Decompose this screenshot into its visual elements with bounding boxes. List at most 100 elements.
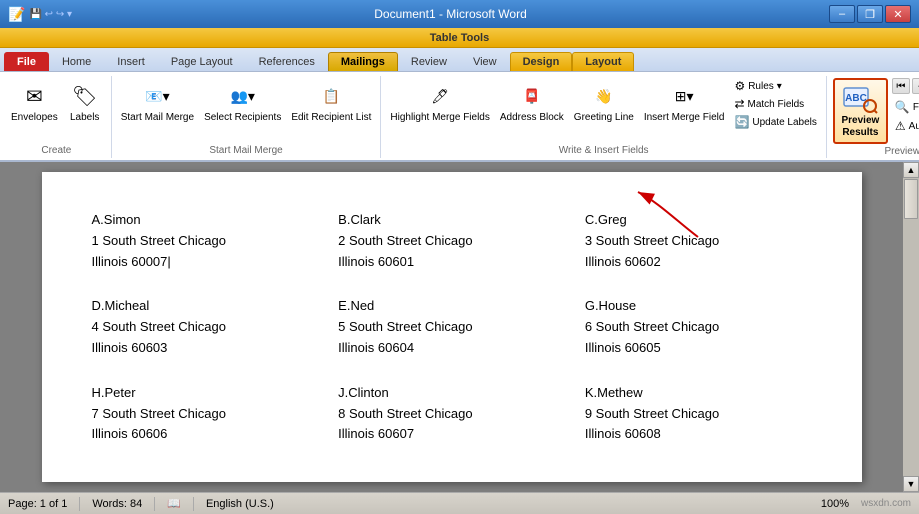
envelopes-label: Envelopes <box>11 112 58 124</box>
entry-5-cityzip: Illinois 60605 <box>585 338 812 359</box>
watermark-text: wsxdn.com <box>861 498 911 509</box>
find-recipient-button[interactable]: 🔍 Find Recipient <box>892 99 919 115</box>
start-mail-merge-icon: 📧▾ <box>141 80 173 112</box>
rules-label: Rules <box>748 81 774 92</box>
auto-check-button[interactable]: ⚠ Auto Check for Errors <box>892 118 919 134</box>
address-block-label: Address Block <box>500 112 564 124</box>
preview-results-controls: ⏮ ◄ ► ⏭ 🔍 Find Recipient ⚠ Auto Check fo… <box>892 78 919 134</box>
ribbon: ✉ Envelopes 🏷 Labels Create 📧▾ Start Mai… <box>0 72 919 162</box>
language-info: English (U.S.) <box>206 498 274 510</box>
doc-entry-4: E.Ned 5 South Street Chicago Illinois 60… <box>328 288 575 374</box>
document-page: A.Simon 1 South Street Chicago Illinois … <box>42 172 862 482</box>
insert-merge-field-icon: ⊞▾ <box>668 80 700 112</box>
highlight-merge-fields-button[interactable]: 🖊 Highlight Merge Fields <box>387 78 493 126</box>
select-recipients-label: Select Recipients <box>204 112 281 124</box>
entry-2-address: 3 South Street Chicago <box>585 231 812 252</box>
write-insert-group-content: 🖊 Highlight Merge Fields 📮 Address Block… <box>387 78 820 143</box>
match-fields-button[interactable]: ⇄ Match Fields <box>731 96 819 112</box>
nav-controls: ⏮ ◄ ► ⏭ <box>892 78 919 94</box>
tab-design[interactable]: Design <box>510 52 573 71</box>
greeting-line-icon: 👋 <box>588 80 620 112</box>
entry-1-cityzip: Illinois 60601 <box>338 252 565 273</box>
match-fields-label: Match Fields <box>748 99 805 110</box>
spell-check-icon: 📖 <box>167 497 181 510</box>
ribbon-group-start-mail-merge: 📧▾ Start Mail Merge 👥▾ Select Recipients… <box>112 76 382 158</box>
status-spell-check: 📖 <box>167 497 181 510</box>
doc-entry-7: J.Clinton 8 South Street Chicago Illinoi… <box>328 375 575 461</box>
status-divider-2 <box>154 497 155 511</box>
scroll-thumb[interactable] <box>904 179 918 219</box>
insert-merge-field-button[interactable]: ⊞▾ Insert Merge Field <box>641 78 728 126</box>
address-block-button[interactable]: 📮 Address Block <box>497 78 567 126</box>
doc-entry-1: B.Clark 2 South Street Chicago Illinois … <box>328 202 575 288</box>
tab-file[interactable]: File <box>4 52 49 71</box>
create-group-label: Create <box>8 143 105 158</box>
entry-5-name: G.House <box>585 296 812 317</box>
scroll-down-button[interactable]: ▼ <box>903 476 919 492</box>
find-recipient-label: Find Recipient <box>913 102 919 113</box>
envelopes-button[interactable]: ✉ Envelopes <box>8 78 61 126</box>
entry-0-cityzip: Illinois 60007| <box>92 252 319 273</box>
update-labels-button[interactable]: 🔄 Update Labels <box>731 114 819 130</box>
entry-2-cityzip: Illinois 60602 <box>585 252 812 273</box>
status-words: Words: 84 <box>92 498 142 510</box>
start-mail-merge-button[interactable]: 📧▾ Start Mail Merge <box>118 78 197 126</box>
entry-4-name: E.Ned <box>338 296 565 317</box>
entry-7-cityzip: Illinois 60607 <box>338 424 565 445</box>
quick-access: 💾 ↩ ↪ ▾ <box>29 9 72 20</box>
tab-view[interactable]: View <box>460 52 510 71</box>
entry-1-name: B.Clark <box>338 210 565 231</box>
auto-check-icon: ⚠ <box>895 119 906 133</box>
address-block-icon: 📮 <box>516 80 548 112</box>
tab-home[interactable]: Home <box>49 52 104 71</box>
tab-insert[interactable]: Insert <box>104 52 158 71</box>
scroll-up-button[interactable]: ▲ <box>903 162 919 178</box>
tab-mailings[interactable]: Mailings <box>328 52 398 71</box>
document-title: Document1 - Microsoft Word <box>72 7 829 21</box>
status-language: English (U.S.) <box>206 498 274 510</box>
edit-recipient-list-icon: 📋 <box>315 80 347 112</box>
envelopes-icon: ✉ <box>18 80 50 112</box>
ribbon-group-preview-results: ABC PreviewResults ⏮ ◄ ► ⏭ 🔍 <box>827 76 919 158</box>
tab-review[interactable]: Review <box>398 52 460 71</box>
document-grid: A.Simon 1 South Street Chicago Illinois … <box>82 202 822 461</box>
select-recipients-button[interactable]: 👥▾ Select Recipients <box>201 78 284 126</box>
restore-button[interactable]: ❐ <box>857 5 883 23</box>
table-tools-label: Table Tools <box>430 32 490 44</box>
tab-references[interactable]: References <box>246 52 328 71</box>
doc-entry-3: D.Micheal 4 South Street Chicago Illinoi… <box>82 288 329 374</box>
select-recipients-icon: 👥▾ <box>227 80 259 112</box>
entry-8-address: 9 South Street Chicago <box>585 404 812 425</box>
start-mail-merge-label: Start Mail Merge <box>121 112 194 124</box>
vertical-scrollbar: ▲ ▼ <box>903 162 919 492</box>
title-bar: 📝 💾 ↩ ↪ ▾ Document1 - Microsoft Word – ❐… <box>0 0 919 28</box>
table-tools-bar: Table Tools <box>0 28 919 48</box>
entry-3-address: 4 South Street Chicago <box>92 317 319 338</box>
doc-entry-0: A.Simon 1 South Street Chicago Illinois … <box>82 202 329 288</box>
auto-check-label: Auto Check for Errors <box>909 121 919 132</box>
close-button[interactable]: ✕ <box>885 5 911 23</box>
write-insert-group-label: Write & Insert Fields <box>387 143 820 158</box>
preview-results-group-content: ABC PreviewResults ⏮ ◄ ► ⏭ 🔍 <box>833 78 919 144</box>
status-bar: Page: 1 of 1 Words: 84 📖 English (U.S.) … <box>0 492 919 514</box>
minimize-button[interactable]: – <box>829 5 855 23</box>
nav-first-button[interactable]: ⏮ <box>892 78 910 94</box>
status-divider-1 <box>79 497 80 511</box>
preview-results-button[interactable]: ABC PreviewResults <box>833 78 888 144</box>
tab-layout[interactable]: Layout <box>572 52 634 71</box>
entry-0-address: 1 South Street Chicago <box>92 231 319 252</box>
labels-button[interactable]: 🏷 Labels <box>65 78 105 126</box>
greeting-line-button[interactable]: 👋 Greeting Line <box>571 78 637 126</box>
tab-page-layout[interactable]: Page Layout <box>158 52 246 71</box>
highlight-merge-fields-icon: 🖊 <box>424 80 456 112</box>
entry-7-address: 8 South Street Chicago <box>338 404 565 425</box>
rules-button[interactable]: ⚙ Rules ▾ <box>731 78 819 94</box>
entry-7-name: J.Clinton <box>338 383 565 404</box>
nav-prev-button[interactable]: ◄ <box>912 78 919 94</box>
create-group-content: ✉ Envelopes 🏷 Labels <box>8 78 105 143</box>
scroll-track <box>903 178 919 476</box>
entry-3-name: D.Micheal <box>92 296 319 317</box>
start-mail-merge-group-content: 📧▾ Start Mail Merge 👥▾ Select Recipients… <box>118 78 375 143</box>
edit-recipient-list-button[interactable]: 📋 Edit Recipient List <box>288 78 374 126</box>
words-info: Words: 84 <box>92 498 142 510</box>
